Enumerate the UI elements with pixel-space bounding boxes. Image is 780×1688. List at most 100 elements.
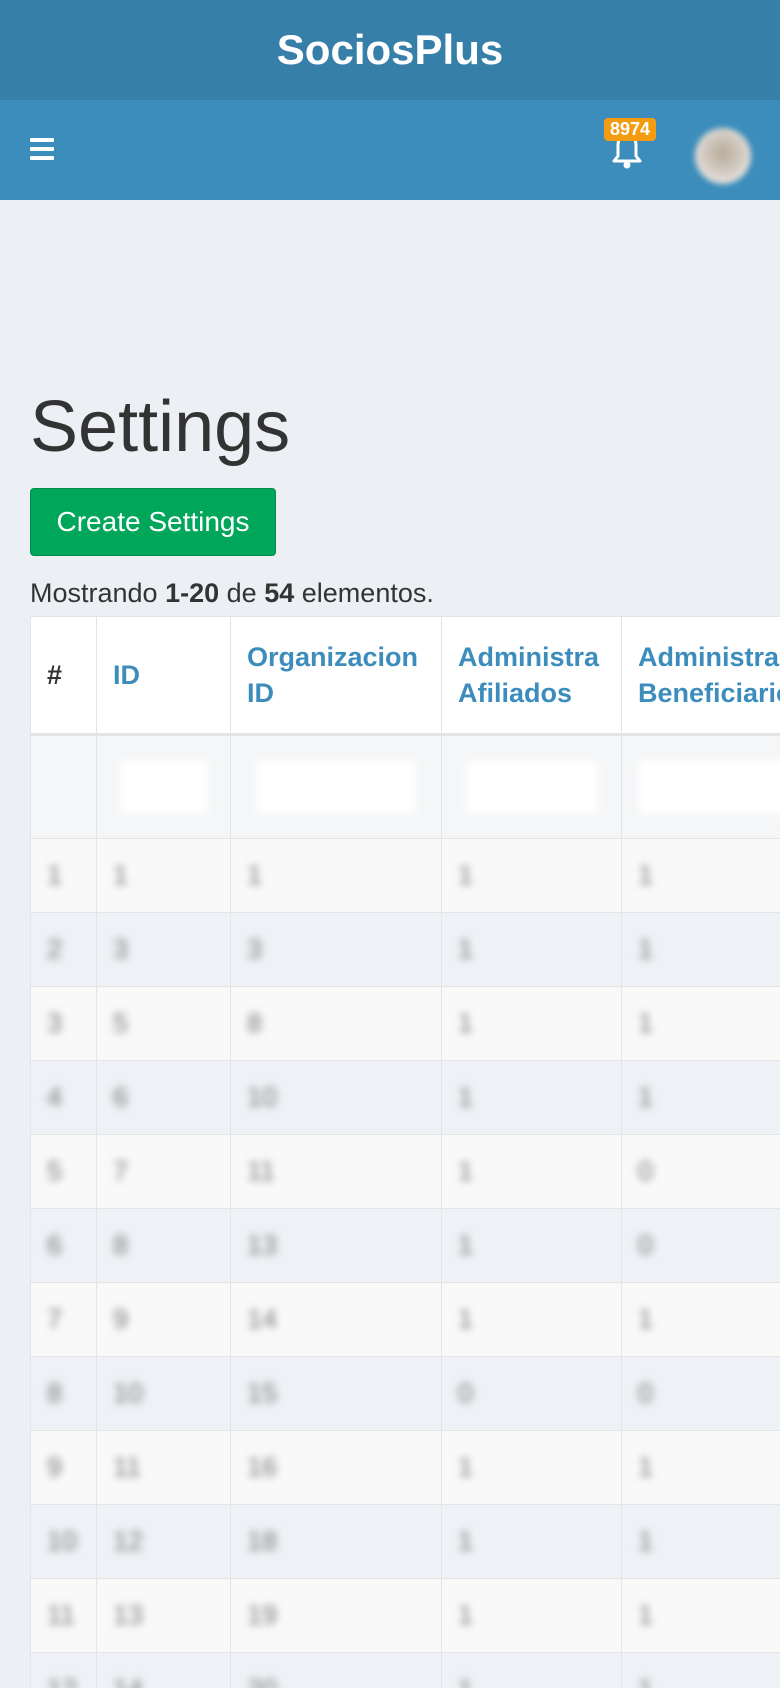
filter-cell [621,734,780,839]
cell-value: 12 [47,1674,77,1688]
table-cell: 7 [96,1134,231,1209]
table-cell: 1 [621,986,780,1061]
navbar [0,100,780,200]
column-header-organizacion-id[interactable]: Organizacion ID [230,616,442,736]
table-cell: 1 [96,838,231,913]
cell-value: 3 [247,934,263,964]
table-row: 11 13 19 1 1 [30,1578,780,1653]
table-cell: 0 [621,1208,780,1283]
table-row: 4 6 10 1 1 [30,1060,780,1135]
table-cell: 1 [30,838,97,913]
cell-value: 1 [638,1082,654,1112]
filter-administra-afiliados-input[interactable] [465,760,598,814]
brand-logo-text[interactable]: SociosPlus [277,26,503,74]
cell-value: 7 [113,1156,129,1186]
table-cell: 11 [30,1578,97,1653]
cell-value: 1 [638,1526,654,1556]
table-cell: 7 [30,1282,97,1357]
table-cell: 1 [621,1504,780,1579]
filter-organizacion-id-input[interactable] [256,760,416,814]
cell-value: 1 [247,860,263,890]
table-cell: 1 [441,1208,622,1283]
cell-value: 1 [638,1304,654,1334]
settings-table-container[interactable]: # ID Organizacion ID Administra Afiliado… [30,616,780,1688]
table-cell: 5 [96,986,231,1061]
top-header: SociosPlus [0,0,780,100]
sidebar-toggle-icon[interactable] [30,138,54,160]
cell-value: 1 [458,1600,474,1630]
summary-suffix: elementos. [301,578,434,608]
table-cell: 13 [96,1578,231,1653]
table-cell: 2 [30,912,97,987]
cell-value: 1 [458,1452,474,1482]
column-header-administra-afiliados[interactable]: Administra Afiliados [441,616,622,736]
filter-cell [230,734,442,839]
table-row: 5 7 11 1 0 [30,1134,780,1209]
cell-value: 1 [458,1526,474,1556]
table-row: 2 3 3 1 1 [30,912,780,987]
table-cell: 1 [621,1652,780,1688]
filter-row [30,734,780,839]
cell-value: 13 [247,1230,278,1260]
cell-value: 0 [638,1378,654,1408]
create-settings-button[interactable]: Create Settings [30,488,276,556]
cell-value: 1 [113,860,129,890]
cell-value: 1 [458,934,474,964]
cell-value: 0 [638,1230,654,1260]
cell-value: 1 [458,1082,474,1112]
user-avatar[interactable] [695,128,751,184]
table-cell: 12 [30,1652,97,1688]
table-row: 6 8 13 1 0 [30,1208,780,1283]
table-cell: 9 [30,1430,97,1505]
summary-prefix: Mostrando [30,578,158,608]
table-row: 7 9 14 1 1 [30,1282,780,1357]
cell-value: 8 [47,1378,63,1408]
cell-value: 19 [247,1600,278,1630]
table-cell: 1 [441,986,622,1061]
table-cell: 10 [30,1504,97,1579]
cell-value: 3 [47,1008,63,1038]
column-header-id[interactable]: ID [96,616,231,736]
table-row: 12 14 20 1 1 [30,1652,780,1688]
cell-value: 20 [247,1674,277,1688]
table-cell: 1 [441,1430,622,1505]
cell-value: 1 [458,860,474,890]
table-cell: 6 [30,1208,97,1283]
table-cell: 10 [230,1060,442,1135]
table-cell: 14 [230,1282,442,1357]
table-row: 10 12 18 1 1 [30,1504,780,1579]
page-title: Settings [30,387,291,467]
table-cell: 11 [96,1430,231,1505]
cell-value: 18 [247,1526,278,1556]
cell-value: 5 [47,1156,63,1186]
table-cell: 1 [621,1430,780,1505]
column-header-index: # [30,616,97,736]
cell-value: 1 [638,934,654,964]
table-cell: 19 [230,1578,442,1653]
notifications-badge[interactable]: 8974 [604,118,657,141]
cell-value: 1 [458,1230,474,1260]
table-cell: 5 [30,1134,97,1209]
cell-value: 1 [458,1674,473,1688]
cell-value: 8 [247,1008,263,1038]
cell-value: 4 [47,1082,63,1112]
cell-value: 3 [113,934,129,964]
filter-id-input[interactable] [119,760,208,814]
table-cell: 12 [96,1504,231,1579]
cell-value: 1 [47,860,63,890]
table-cell: 3 [96,912,231,987]
table-row: 3 58 11 [30,986,780,1061]
cell-value: 1 [638,1008,654,1038]
cell-value: 15 [247,1378,278,1408]
cell-value: 1 [638,860,654,890]
summary-range: 1-20 [165,578,220,608]
table-cell: 9 [96,1282,231,1357]
table-cell: 10 [96,1356,231,1431]
table-cell: 0 [621,1134,780,1209]
cell-value: 9 [113,1304,129,1334]
table-cell: 13 [230,1208,442,1283]
column-header-administra-beneficiarios[interactable]: Administra Beneficiarios [621,616,780,736]
table-cell: 0 [441,1356,622,1431]
table-row: 9 11 16 1 1 [30,1430,780,1505]
filter-administra-beneficiarios-input[interactable] [638,760,780,814]
